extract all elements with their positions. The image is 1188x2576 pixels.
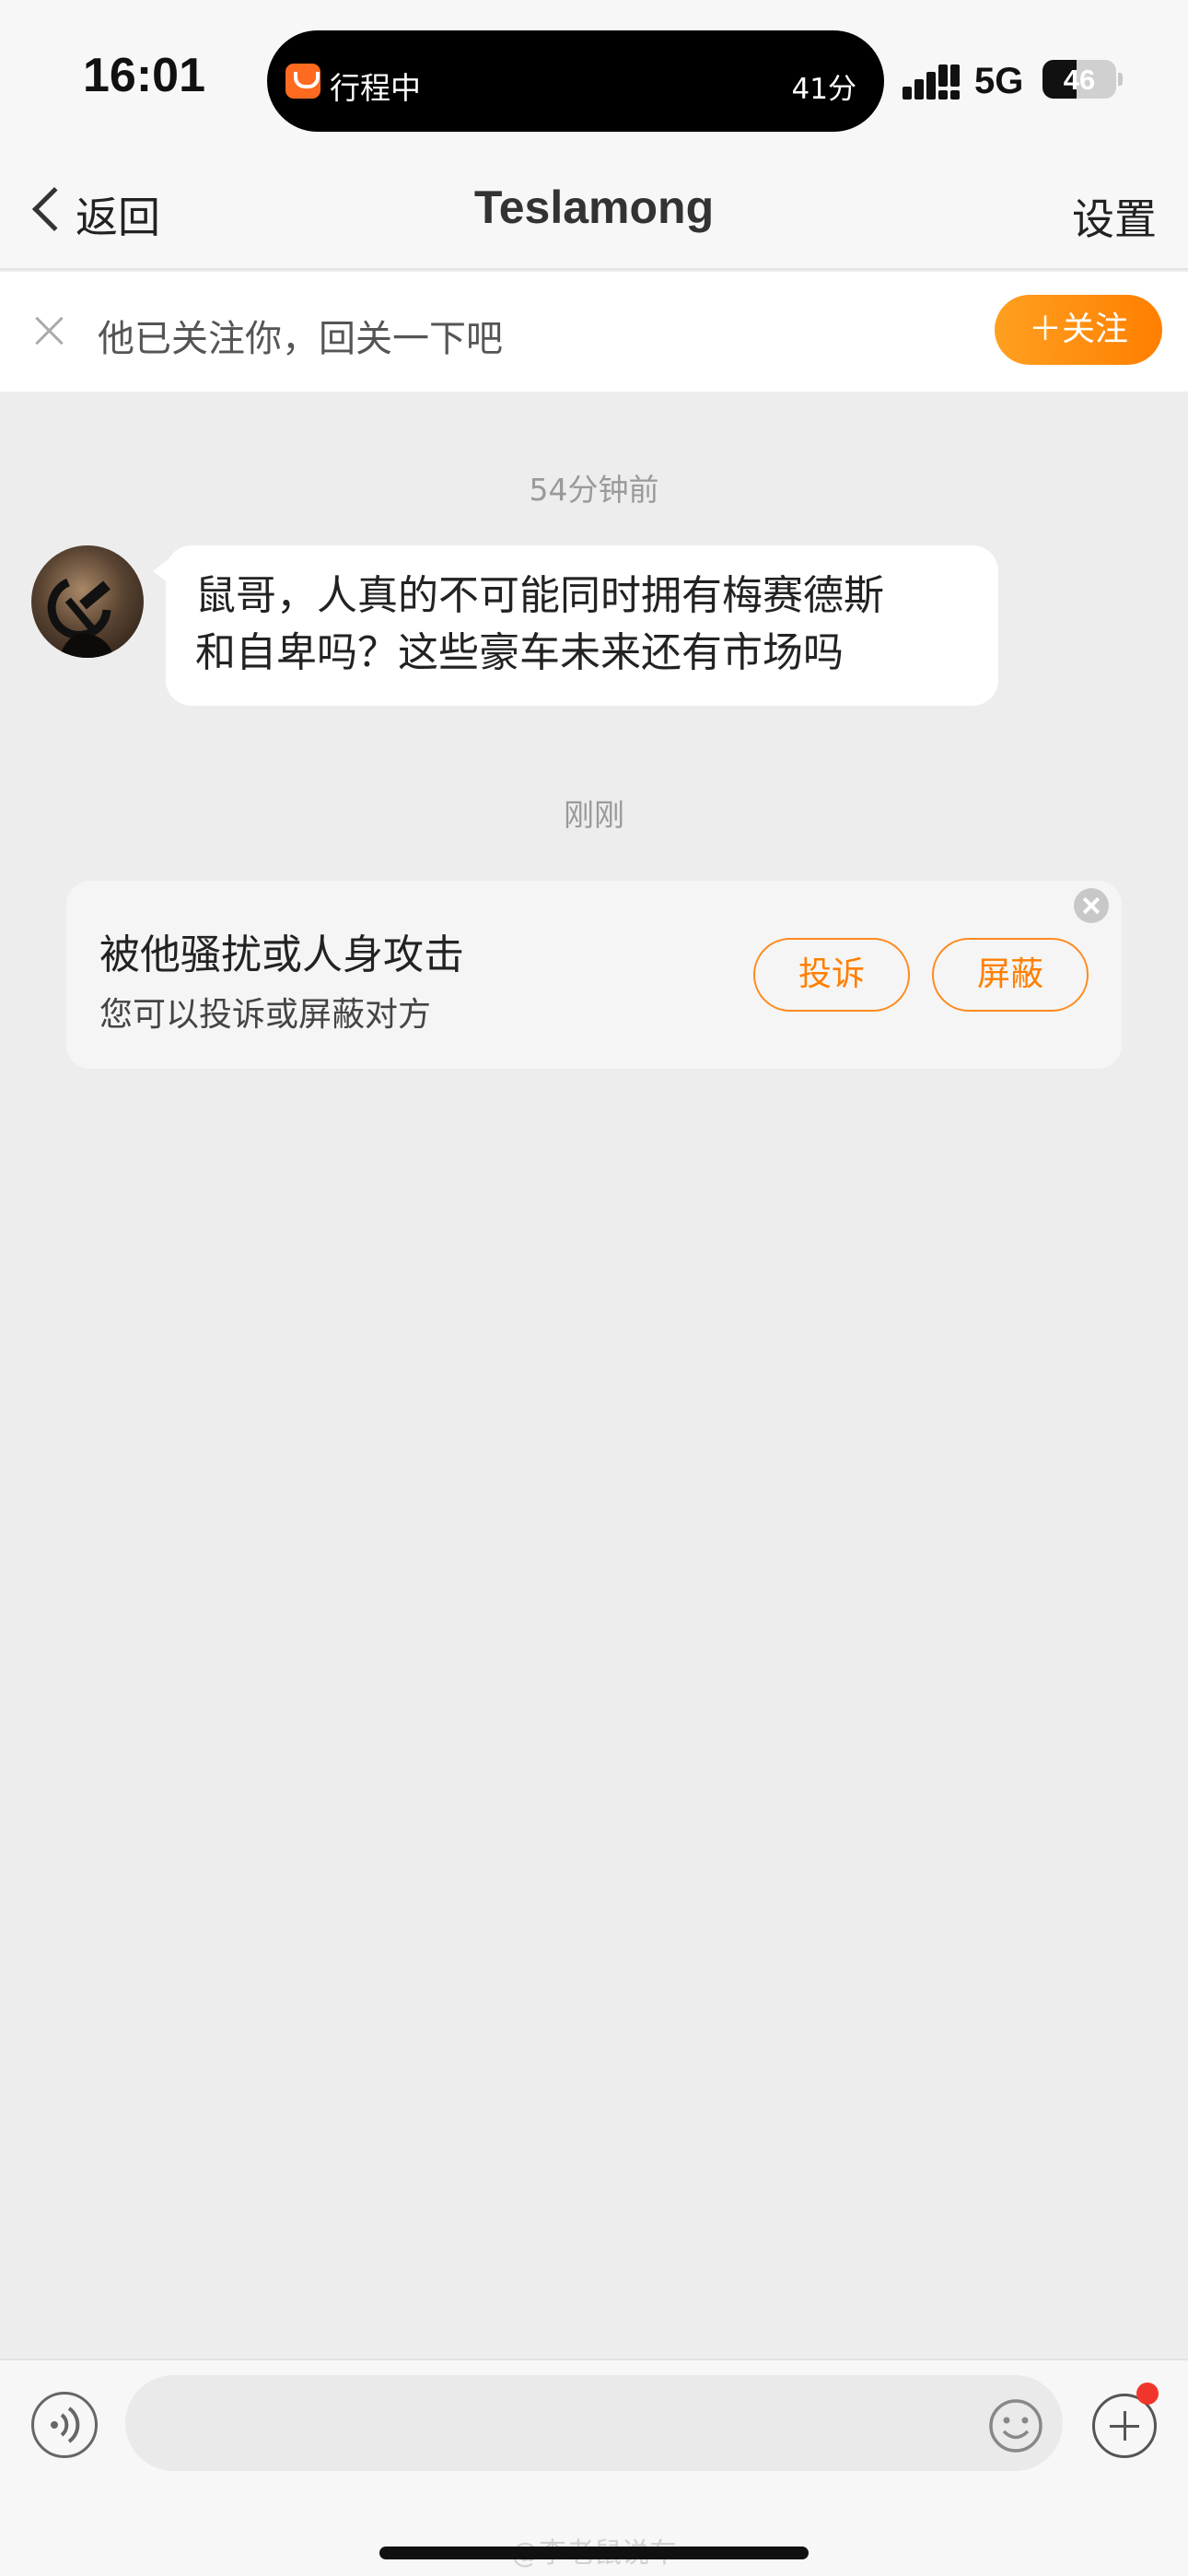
status-time: 16:01: [83, 49, 205, 102]
report-button[interactable]: 投诉: [753, 938, 910, 1012]
trip-eta: 41分: [791, 73, 856, 106]
message-input-bar: @李老鼠说车: [0, 2359, 1188, 2576]
close-icon[interactable]: [1074, 888, 1109, 923]
harassment-report-card: 被他骚扰或人身攻击 您可以投诉或屏蔽对方 投诉 屏蔽: [66, 881, 1122, 1069]
voice-input-icon[interactable]: [31, 2392, 98, 2458]
avatar-image: [47, 578, 114, 658]
message-input[interactable]: [125, 2375, 1063, 2471]
battery-icon: 46: [1042, 60, 1116, 99]
follow-back-banner: 他已关注你，回关一下吧 ＋关注: [0, 272, 1188, 392]
home-indicator[interactable]: [379, 2547, 809, 2559]
didi-icon: [285, 64, 320, 99]
recent-timestamp: 刚刚: [564, 797, 624, 833]
avatar[interactable]: [31, 545, 144, 658]
network-type: 5G: [974, 61, 1024, 101]
card-title: 被他骚扰或人身攻击: [99, 931, 464, 978]
battery-tip: [1118, 73, 1123, 86]
sound-wave-icon: [51, 2406, 80, 2443]
settings-button[interactable]: 设置: [1072, 186, 1157, 247]
emoji-icon[interactable]: [987, 2397, 1044, 2454]
battery-level: 46: [1063, 64, 1096, 96]
cellular-signal-icon: [903, 64, 960, 100]
card-subtitle: 您可以投诉或屏蔽对方: [99, 996, 432, 1034]
close-icon[interactable]: [33, 314, 66, 347]
notification-dot: [1136, 2383, 1159, 2405]
message-bubble[interactable]: 鼠哥，人真的不可能同时拥有梅赛德斯 和自卑吗？这些豪车未来还有市场吗: [166, 545, 998, 706]
follow-button[interactable]: ＋关注: [995, 295, 1162, 365]
message-text-line: 鼠哥，人真的不可能同时拥有梅赛德斯: [195, 572, 884, 619]
navigation-bar: Teslamong 返回 设置: [0, 157, 1188, 270]
dynamic-island[interactable]: 行程中 41分: [267, 30, 884, 132]
follow-back-prompt: 他已关注你，回关一下吧: [98, 318, 503, 360]
back-button[interactable]: 返回: [29, 179, 186, 243]
message-timestamp: 54分钟前: [529, 472, 659, 508]
message-text-line: 和自卑吗？这些豪车未来还有市场吗: [195, 629, 844, 676]
status-bar: 16:01 行程中 41分 5G 46: [0, 0, 1188, 157]
chevron-left-icon: [31, 186, 77, 232]
block-button[interactable]: 屏蔽: [932, 938, 1089, 1012]
trip-status-label: 行程中: [330, 70, 421, 106]
back-label: 返回: [76, 193, 160, 242]
